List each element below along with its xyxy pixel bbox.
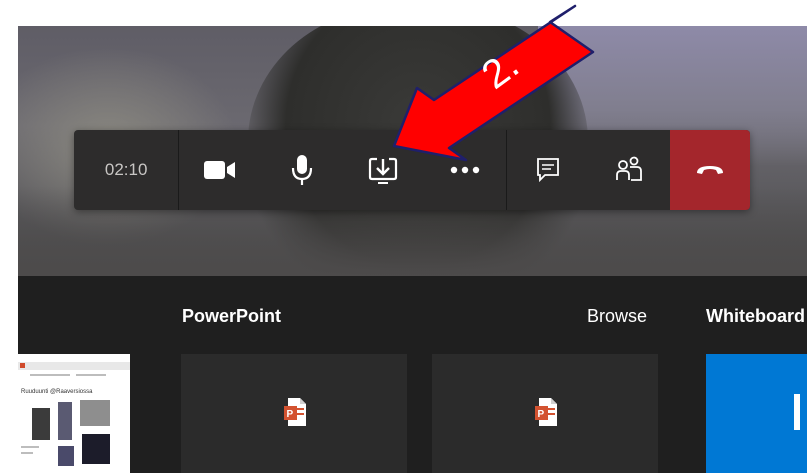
microphone-button[interactable] xyxy=(261,130,343,210)
camera-button[interactable] xyxy=(179,130,261,210)
share-tray xyxy=(18,276,807,473)
call-toolbar: 02:10 xyxy=(74,130,750,210)
call-timer: 02:10 xyxy=(74,130,180,210)
microphone-icon xyxy=(291,155,312,185)
powerpoint-file-icon: P xyxy=(284,398,306,426)
powerpoint-file-tile-1[interactable]: P xyxy=(181,354,407,473)
more-options-button[interactable] xyxy=(424,130,506,210)
svg-text:P: P xyxy=(287,409,294,420)
phone-hangup-icon xyxy=(697,166,724,174)
whiteboard-tile[interactable] xyxy=(706,354,807,473)
browse-link[interactable]: Browse xyxy=(587,306,647,327)
presentation-thumbnail[interactable]: Ruuduunti @Raaversiossa xyxy=(18,354,130,473)
svg-text:P: P xyxy=(538,409,545,420)
video-camera-icon xyxy=(204,161,236,179)
thumbnail-text: Ruuduunti @Raaversiossa xyxy=(21,389,93,395)
more-dots-icon xyxy=(450,166,480,174)
participants-button[interactable] xyxy=(589,130,671,210)
powerpoint-section-title: PowerPoint xyxy=(182,306,282,326)
powerpoint-file-tile-2[interactable]: P xyxy=(432,354,658,473)
share-button[interactable] xyxy=(343,130,425,210)
hang-up-button[interactable] xyxy=(670,130,750,210)
people-icon xyxy=(616,156,643,181)
whiteboard-section-title: Whiteboard xyxy=(706,306,805,326)
powerpoint-file-icon: P xyxy=(535,398,557,426)
share-tray-icon xyxy=(369,157,398,184)
whiteboard-icon xyxy=(794,394,800,430)
chat-icon xyxy=(536,158,559,183)
chat-button[interactable] xyxy=(507,130,589,210)
